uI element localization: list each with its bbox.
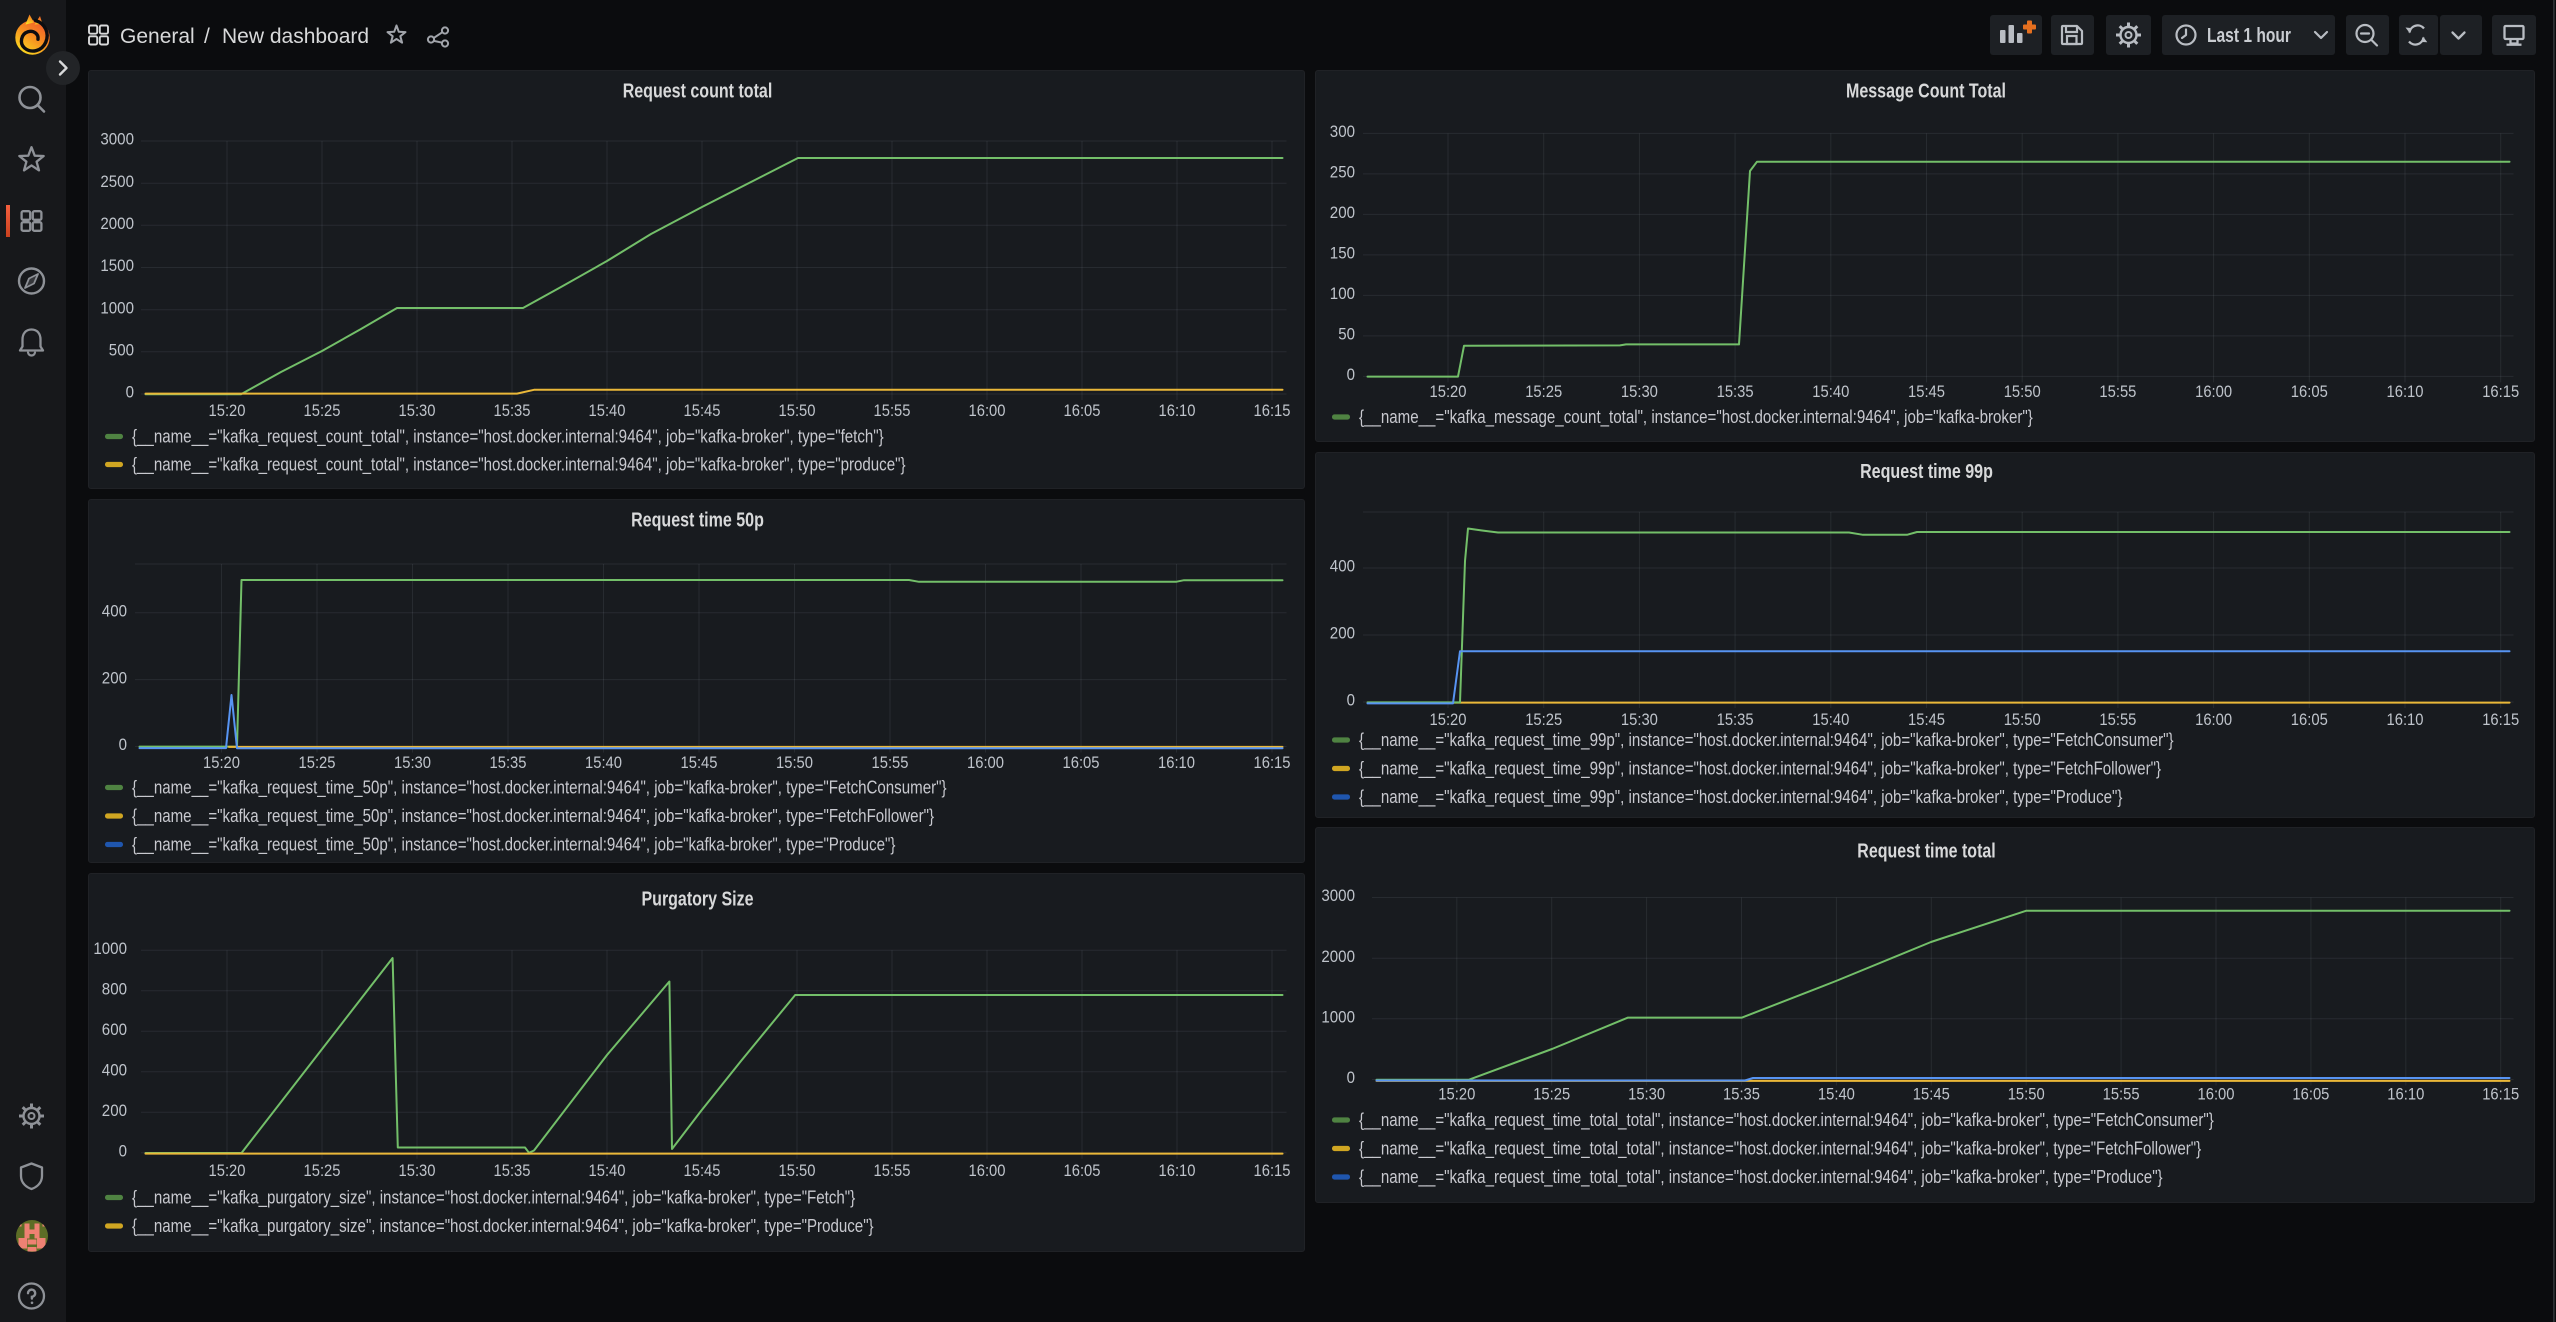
svg-text:New dashboard: New dashboard bbox=[222, 25, 369, 48]
svg-text:Last 1 hour: Last 1 hour bbox=[2207, 25, 2291, 47]
svg-text:/: / bbox=[204, 25, 210, 48]
svg-text:General: General bbox=[120, 25, 195, 48]
